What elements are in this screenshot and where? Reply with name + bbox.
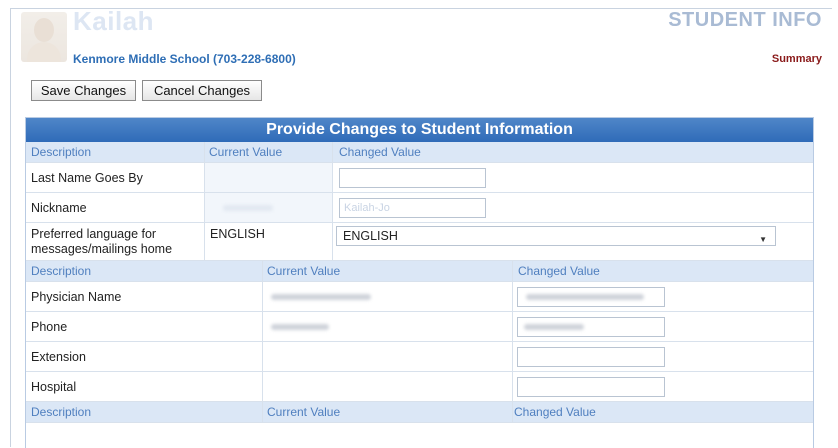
school-name: Kenmore Middle School (703-228-6800): [73, 52, 296, 66]
current-value-nickname: [205, 193, 332, 222]
row-label-last-name: Last Name Goes By: [31, 171, 143, 185]
row-divider: [262, 372, 263, 401]
row-divider: [262, 342, 263, 371]
row-divider: [332, 223, 333, 260]
row-label-hospital: Hospital: [31, 380, 77, 394]
section2-header-description: Description: [31, 264, 92, 278]
extension-input[interactable]: [517, 347, 665, 367]
phone-input[interactable]: [517, 317, 665, 337]
section3-header-description: Description: [31, 405, 92, 419]
table-row-preferred-language: Preferred language for messages/mailings…: [26, 223, 813, 261]
section2-header-changed: Changed Value: [518, 264, 600, 278]
row-divider: [512, 372, 513, 401]
save-changes-button[interactable]: Save Changes: [31, 80, 136, 101]
preferred-language-selected-value: ENGLISH: [343, 229, 398, 243]
redacted-current-phone: [271, 324, 329, 330]
table-row-last-name: Last Name Goes By: [26, 163, 813, 193]
table-row-phone: Phone: [26, 312, 813, 342]
redacted-current-nickname: [223, 205, 273, 211]
nickname-input[interactable]: [339, 198, 486, 218]
row-label-extension: Extension: [31, 350, 86, 364]
current-value-physician: [263, 282, 512, 311]
section2-header-row: Description Current Value Changed Value: [26, 261, 813, 282]
section3-header-divider-1: [262, 402, 263, 422]
current-value-language: ENGLISH: [210, 227, 265, 241]
section3-header-row: Description Current Value Changed Value: [26, 402, 813, 423]
summary-link[interactable]: Summary: [772, 53, 822, 65]
section2-header-divider-1: [262, 261, 263, 281]
table-row-extension: Extension: [26, 342, 813, 372]
redacted-changed-physician: [526, 294, 644, 300]
section1-header-changed: Changed Value: [339, 145, 421, 159]
section1-header-row: Description Current Value Changed Value: [26, 142, 813, 163]
page-header: Kailah Kenmore Middle School (703-228-68…: [0, 0, 838, 105]
avatar-head-shape: [34, 18, 54, 42]
row-label-preferred-language: Preferred language for messages/mailings…: [31, 227, 173, 256]
section2-header-current: Current Value: [267, 264, 341, 278]
last-name-goes-by-input[interactable]: [339, 168, 486, 188]
table-row-nickname: Nickname: [26, 193, 813, 223]
row-label-nickname: Nickname: [31, 201, 87, 215]
section1-header-divider-1: [204, 142, 205, 162]
section1-header-description: Description: [31, 145, 92, 159]
redacted-changed-phone: [524, 324, 584, 330]
row-divider: [332, 163, 333, 192]
section3-header-current: Current Value: [267, 405, 341, 419]
avatar-shoulders-shape: [27, 42, 61, 62]
cancel-changes-button[interactable]: Cancel Changes: [142, 80, 262, 101]
section3-header-changed: Changed Value: [514, 405, 596, 419]
current-value-last-name: [205, 163, 332, 192]
student-info-panel: Provide Changes to Student Information D…: [25, 117, 814, 448]
row-label-physician-name: Physician Name: [31, 290, 122, 304]
table-row-physician-name: Physician Name: [26, 282, 813, 312]
current-value-phone: [263, 312, 512, 341]
physician-name-input[interactable]: [517, 287, 665, 307]
caret-down-icon: ▼: [759, 235, 767, 244]
section2-header-divider-2: [512, 261, 513, 281]
row-divider: [512, 282, 513, 311]
row-divider: [332, 193, 333, 222]
student-photo-avatar: [21, 12, 67, 62]
redacted-current-physician: [271, 294, 371, 300]
student-name: Kailah: [73, 6, 155, 36]
section3-header-divider-2: [512, 402, 513, 422]
page-title: STUDENT INFO: [668, 9, 822, 31]
section1-header-current: Current Value: [209, 145, 283, 159]
table-row-hospital: Hospital: [26, 372, 813, 402]
row-divider: [512, 312, 513, 341]
section1-header-divider-2: [332, 142, 333, 162]
preferred-language-select[interactable]: ENGLISH ▼: [336, 226, 776, 246]
hospital-input[interactable]: [517, 377, 665, 397]
panel-title: Provide Changes to Student Information: [26, 118, 813, 142]
row-divider: [512, 342, 513, 371]
row-label-phone: Phone: [31, 320, 68, 334]
